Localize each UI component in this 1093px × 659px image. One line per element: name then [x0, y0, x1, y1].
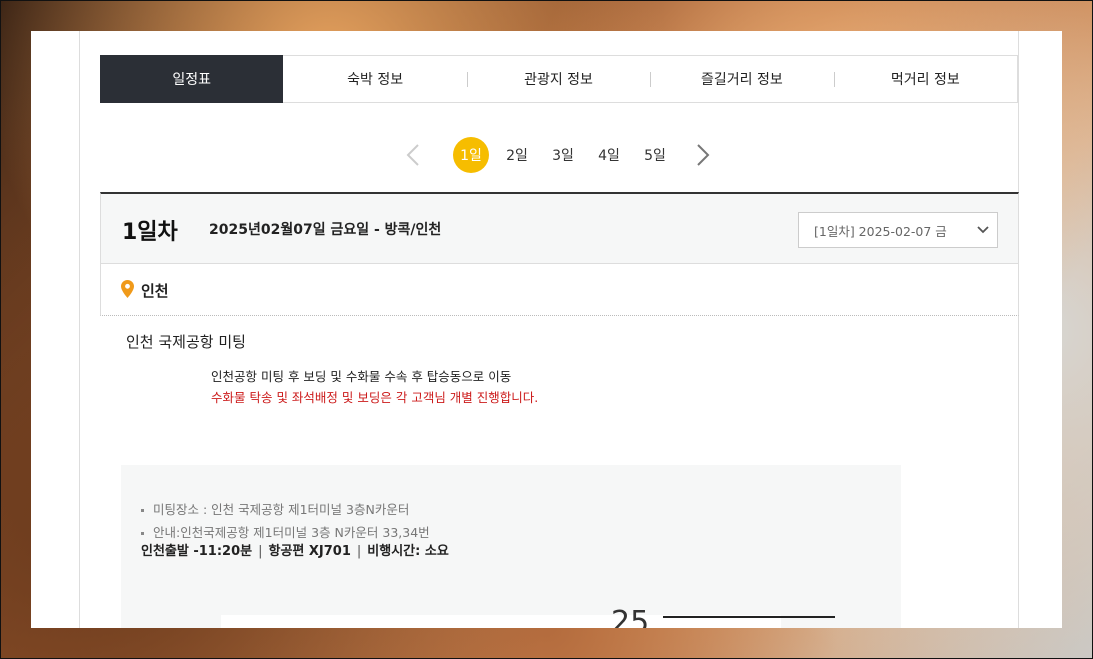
- location-name: 인천: [141, 282, 169, 300]
- tab-food[interactable]: 먹거리 정보: [833, 56, 1017, 102]
- day-select[interactable]: [1일차] 2025-02-07 금: [798, 212, 998, 248]
- day-button-4[interactable]: 4일: [591, 137, 627, 173]
- divider: [663, 616, 835, 618]
- bullet: [141, 509, 144, 512]
- itinerary-page: 일정표 숙박 정보 관광지 정보 즐길거리 정보 먹거리 정보 1일 2일 3일…: [31, 31, 1062, 628]
- partial-number: 25: [611, 605, 650, 628]
- location-header: 인천: [100, 264, 1019, 316]
- day-button-3[interactable]: 3일: [545, 137, 581, 173]
- flight-duration: 비행시간: 소요: [367, 544, 449, 559]
- next-day-button[interactable]: [691, 137, 715, 173]
- flight-number: 항공편 XJ701: [268, 544, 351, 559]
- tab-attractions[interactable]: 관광지 정보: [466, 56, 650, 102]
- day-navigation: 1일 2일 3일 4일 5일: [401, 137, 715, 173]
- chevron-left-icon: [406, 144, 419, 166]
- tab-itinerary[interactable]: 일정표: [100, 55, 284, 103]
- tab-activities[interactable]: 즐길거리 정보: [650, 56, 833, 102]
- event-title: 인천 국제공항 미팅: [126, 333, 246, 351]
- meeting-guide-text: 안내:인천국제공항 제1터미널 3층 N카운터 33,34번: [153, 525, 430, 540]
- meeting-place-text: 미팅장소 : 인천 국제공항 제1터미널 3층N카운터: [153, 502, 410, 517]
- departure-time: 인천출발 -11:20분: [141, 544, 253, 559]
- tab-accommodation[interactable]: 숙박 정보: [283, 56, 466, 102]
- day-title: 1일차: [122, 220, 178, 245]
- day-description: 2025년02월07일 금요일 - 방콕/인천: [209, 222, 442, 238]
- day-header: 1일차 2025년02월07일 금요일 - 방콕/인천 [1일차] 2025-0…: [100, 192, 1019, 264]
- info-tabs: 일정표 숙박 정보 관광지 정보 즐길거리 정보 먹거리 정보: [100, 55, 1018, 103]
- event-warning: 수화물 탁송 및 좌석배정 및 보딩은 각 고객님 개별 진행합니다.: [211, 390, 539, 405]
- bullet: [141, 532, 144, 535]
- meeting-info-box: 미팅장소 : 인천 국제공항 제1터미널 3층N카운터 안내:인천국제공항 제1…: [121, 465, 901, 628]
- map-pin-icon: [121, 280, 134, 298]
- chevron-right-icon: [697, 144, 710, 166]
- meeting-place: 미팅장소 : 인천 국제공항 제1터미널 3층N카운터: [141, 499, 409, 518]
- meeting-guide: 안내:인천국제공항 제1터미널 3층 N카운터 33,34번: [141, 522, 430, 541]
- day-button-1[interactable]: 1일: [453, 137, 489, 173]
- day-select-value: [1일차] 2025-02-07 금: [814, 223, 947, 239]
- event-description: 인천공항 미팅 후 보딩 및 수화물 수속 후 탑승동으로 이동: [211, 369, 512, 384]
- day-button-2[interactable]: 2일: [499, 137, 535, 173]
- day-button-5[interactable]: 5일: [637, 137, 673, 173]
- prev-day-button[interactable]: [401, 137, 425, 173]
- flight-info: 인천출발 -11:20분 | 항공편 XJ701 | 비행시간: 소요: [141, 544, 449, 559]
- chevron-down-icon: [977, 226, 989, 234]
